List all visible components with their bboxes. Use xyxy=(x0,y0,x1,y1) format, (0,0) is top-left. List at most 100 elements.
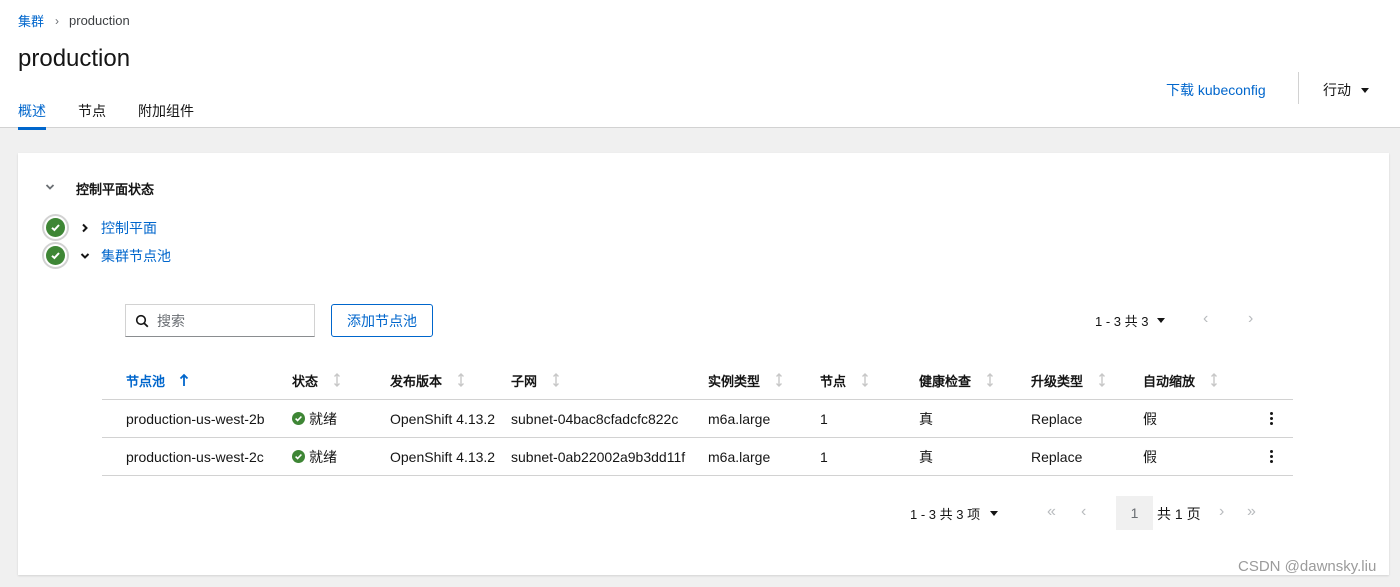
column-label: 健康检查 xyxy=(919,373,972,389)
caret-down-icon xyxy=(990,511,999,516)
column-label: 节点 xyxy=(820,373,847,389)
search-input[interactable] xyxy=(157,312,307,329)
check-circle-icon xyxy=(292,450,305,463)
column-label: 子网 xyxy=(511,373,538,389)
cell-autoscaling: 假 xyxy=(1143,410,1157,427)
first-page-icon[interactable]: « xyxy=(1047,503,1056,521)
chevron-down-icon[interactable] xyxy=(78,251,92,261)
page-total: 共 1 页 xyxy=(1157,506,1201,522)
cell-health-check: 真 xyxy=(919,448,933,465)
cell-health-check: 真 xyxy=(919,410,933,427)
column-header-autoscaling[interactable]: 自动缩放 xyxy=(1143,361,1219,399)
cell-instance-type: m6a.large xyxy=(708,448,771,465)
tab-addons[interactable]: 附加组件 xyxy=(138,101,194,130)
check-circle-icon xyxy=(292,412,305,425)
column-label: 自动缩放 xyxy=(1143,373,1196,389)
cell-release: OpenShift 4.13.2 xyxy=(390,448,496,465)
column-label: 状态 xyxy=(292,373,319,389)
column-header-health-check[interactable]: 健康检查 xyxy=(919,361,995,399)
breadcrumb-link-clusters[interactable]: 集群 xyxy=(18,11,44,30)
actions-dropdown[interactable]: 行动 xyxy=(1323,80,1369,100)
page-header: 集群 › production production 概述 节点 附加组件 下载… xyxy=(0,0,1400,130)
next-page-icon[interactable]: › xyxy=(1219,503,1224,521)
page-title: production xyxy=(18,45,131,72)
download-kubeconfig-button[interactable]: 下载 kubeconfig xyxy=(1166,80,1266,100)
tree-label-control-plane[interactable]: 控制平面 xyxy=(101,218,157,238)
column-header-upgrade-type[interactable]: 升级类型 xyxy=(1031,361,1107,399)
tab-overview[interactable]: 概述 xyxy=(18,101,46,130)
column-label: 实例类型 xyxy=(708,373,761,389)
previous-page-icon[interactable]: ‹ xyxy=(1203,310,1208,328)
cell-subnet: subnet-0ab22002a9b3dd11f xyxy=(511,448,686,465)
current-page-input[interactable]: 1 xyxy=(1116,496,1153,530)
tree-label-node-pools[interactable]: 集群节点池 xyxy=(101,246,171,266)
sort-icon xyxy=(1097,373,1107,387)
cell-subnet: subnet-04bac8cfadcfc822c xyxy=(511,410,679,427)
column-header-release[interactable]: 发布版本 xyxy=(390,361,466,399)
cell-nodes: 1 xyxy=(820,448,828,465)
pagination-range: 1 - 3 共 3 xyxy=(1095,314,1149,329)
cell-release: OpenShift 4.13.2 xyxy=(390,410,496,427)
status-text: 就绪 xyxy=(309,410,337,427)
cell-upgrade-type: Replace xyxy=(1031,448,1083,465)
sort-icon xyxy=(860,373,870,387)
tab-nodes[interactable]: 节点 xyxy=(78,101,106,130)
section-toggle[interactable] xyxy=(44,181,56,193)
sort-icon xyxy=(1209,373,1219,387)
cell-autoscaling: 假 xyxy=(1143,448,1157,465)
tree-item-node-pools[interactable]: 集群节点池 xyxy=(42,242,171,269)
section-title: 控制平面状态 xyxy=(76,182,155,197)
node-pool-table: 节点池 状态 发布版本 子网 实例类型 节点 健康检查 升级类型 自动缩放 pr… xyxy=(102,361,1293,476)
previous-page-icon[interactable]: ‹ xyxy=(1081,503,1086,521)
next-page-icon[interactable]: › xyxy=(1248,310,1253,328)
column-header-subnet[interactable]: 子网 xyxy=(511,361,561,399)
column-label: 升级类型 xyxy=(1031,373,1084,389)
tree-item-control-plane[interactable]: 控制平面 xyxy=(42,214,157,241)
column-header-instance-type[interactable]: 实例类型 xyxy=(708,361,784,399)
table-row: production-us-west-2c 就绪 OpenShift 4.13.… xyxy=(102,438,1293,476)
search-icon xyxy=(135,314,149,327)
add-node-pool-button[interactable]: 添加节点池 xyxy=(331,304,433,337)
caret-down-icon xyxy=(1157,318,1166,323)
pagination-range-bottom: 1 - 3 共 3 项 xyxy=(910,507,981,522)
sort-icon xyxy=(332,373,342,387)
pagination-toggle-bottom[interactable]: 1 - 3 共 3 项 xyxy=(910,504,999,523)
last-page-icon[interactable]: » xyxy=(1247,503,1256,521)
column-header-status[interactable]: 状态 xyxy=(292,361,342,399)
status-ok-icon xyxy=(42,214,69,241)
status-text: 就绪 xyxy=(309,448,337,465)
cell-upgrade-type: Replace xyxy=(1031,410,1083,427)
cell-node-pool-name: production-us-west-2b xyxy=(126,410,265,427)
cell-status: 就绪 xyxy=(292,400,337,437)
cell-status: 就绪 xyxy=(292,438,337,475)
column-label: 节点池 xyxy=(126,373,166,389)
control-plane-card: 控制平面状态 控制平面 集群节点池 添加节点池 1 - 3 共 3 ‹ › 节点… xyxy=(18,153,1389,575)
sort-icon xyxy=(456,373,466,387)
chevron-right-icon: › xyxy=(55,13,60,28)
column-header-nodes[interactable]: 节点 xyxy=(820,361,870,399)
search-field[interactable] xyxy=(125,304,315,337)
sort-icon xyxy=(774,373,784,387)
sort-ascending-icon xyxy=(179,373,189,387)
actions-label: 行动 xyxy=(1323,82,1351,98)
cell-instance-type: m6a.large xyxy=(708,410,771,427)
chevron-right-icon[interactable] xyxy=(78,223,92,233)
breadcrumb: 集群 › production xyxy=(18,11,130,30)
chevron-down-icon xyxy=(45,184,55,190)
status-ok-icon xyxy=(42,242,69,269)
column-label: 发布版本 xyxy=(390,373,443,389)
column-header-node-pool[interactable]: 节点池 xyxy=(126,361,189,399)
table-header: 节点池 状态 发布版本 子网 实例类型 节点 健康检查 升级类型 自动缩放 xyxy=(102,361,1293,400)
watermark: CSDN @dawnsky.liu xyxy=(1238,558,1377,575)
row-actions-kebab-icon[interactable] xyxy=(1270,438,1273,475)
header-divider xyxy=(1298,72,1299,104)
table-row: production-us-west-2b 就绪 OpenShift 4.13.… xyxy=(102,400,1293,438)
row-actions-kebab-icon[interactable] xyxy=(1270,400,1273,437)
sort-icon xyxy=(551,373,561,387)
caret-down-icon xyxy=(1361,87,1369,93)
cell-nodes: 1 xyxy=(820,410,828,427)
breadcrumb-current: production xyxy=(69,13,130,28)
sort-icon xyxy=(985,373,995,387)
pagination-toggle-top[interactable]: 1 - 3 共 3 xyxy=(1095,311,1166,330)
tab-list: 概述 节点 附加组件 xyxy=(18,101,226,130)
